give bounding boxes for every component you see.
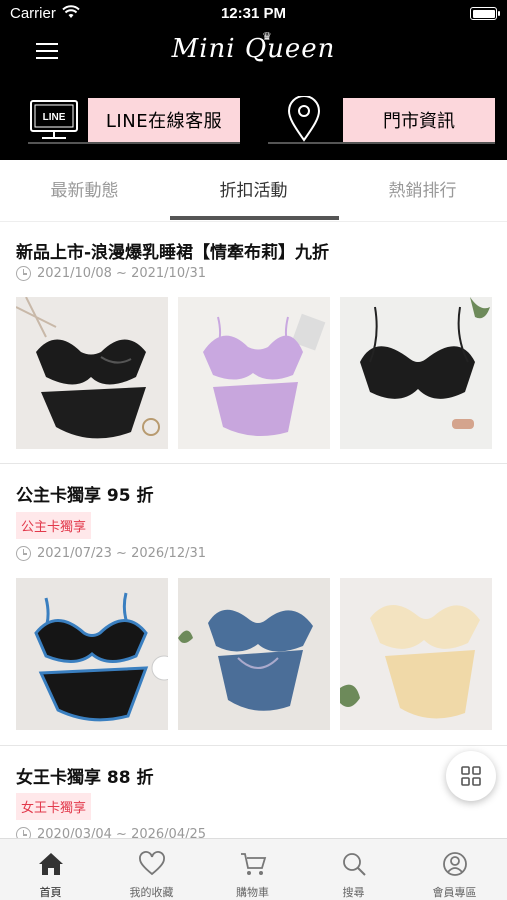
nav-search[interactable]: 搜尋 — [303, 839, 404, 900]
line-support-button[interactable]: LINE在線客服 — [88, 98, 240, 142]
clock-time: 12:31 PM — [220, 5, 287, 22]
nav-favorites[interactable]: 我的收藏 — [101, 839, 202, 900]
nav-label: 我的收藏 — [129, 886, 174, 899]
brand-logo[interactable]: ♛ Mini Queen — [0, 30, 507, 64]
tab-bar: 最新動態 折扣活動 熱銷排行 — [0, 160, 507, 222]
app-header: Carrier 12:31 PM ♛ Mini Queen LINE LINE在… — [0, 0, 507, 160]
home-icon — [39, 853, 63, 875]
promo-date-range: 2021/07/23 ~ 2026/12/31 — [16, 546, 206, 561]
member-badge: 女王卡獨享 — [16, 793, 92, 820]
grid-view-button[interactable] — [446, 751, 496, 801]
tab-best-sellers[interactable]: 熱銷排行 — [338, 160, 507, 222]
user-icon — [443, 852, 467, 876]
store-info-button[interactable]: 門市資訊 — [343, 98, 495, 142]
member-badge: 公主卡獨享 — [16, 512, 92, 539]
search-icon — [343, 853, 366, 876]
promo-title[interactable]: 女王卡獨享 88 折 — [16, 763, 154, 788]
product-image[interactable] — [340, 297, 492, 449]
divider — [0, 745, 507, 746]
line-tv-label: LINE — [43, 112, 66, 123]
divider — [268, 142, 495, 144]
active-tab-indicator — [170, 216, 339, 220]
divider — [28, 142, 240, 144]
promo-title[interactable]: 新品上市-浪漫爆乳睡裙【情牽布莉】九折 — [16, 238, 329, 263]
promo-date-text: 2021/10/08 ~ 2021/10/31 — [37, 266, 207, 281]
promo-image-row — [16, 297, 492, 449]
promo-title[interactable]: 公主卡獨享 95 折 — [16, 481, 154, 506]
nav-label: 購物車 — [236, 886, 269, 899]
clock-icon — [16, 266, 31, 281]
grid-icon — [461, 766, 481, 786]
nav-label: 會員專區 — [432, 886, 477, 899]
tab-discount-events[interactable]: 折扣活動 — [169, 160, 338, 222]
divider — [0, 463, 507, 464]
nav-label: 首頁 — [39, 886, 62, 899]
nav-home[interactable]: 首頁 — [0, 839, 101, 900]
bottom-navigation: 首頁 我的收藏 購物車 搜尋 會員專區 — [0, 838, 507, 900]
product-image[interactable] — [340, 578, 492, 730]
nav-cart[interactable]: 購物車 — [202, 839, 303, 900]
product-image[interactable] — [16, 578, 168, 730]
line-tv-icon: LINE — [30, 100, 78, 139]
nav-label: 搜尋 — [342, 886, 365, 899]
promo-date-text: 2021/07/23 ~ 2026/12/31 — [37, 546, 207, 561]
crown-icon: ♛ — [262, 30, 273, 43]
heart-icon — [139, 851, 165, 876]
battery-icon — [470, 7, 500, 20]
product-image[interactable] — [16, 297, 168, 449]
tab-latest-news[interactable]: 最新動態 — [0, 160, 169, 222]
clock-icon — [16, 546, 31, 561]
status-bar: Carrier 12:31 PM — [0, 0, 507, 28]
promo-image-row — [16, 578, 492, 730]
location-pin-icon — [287, 96, 321, 142]
cart-icon — [241, 853, 267, 875]
product-image[interactable] — [178, 578, 330, 730]
brand-logo-text: Mini Queen — [171, 34, 336, 64]
nav-member[interactable]: 會員專區 — [404, 839, 505, 900]
product-image[interactable] — [178, 297, 330, 449]
promo-date-range: 2021/10/08 ~ 2021/10/31 — [16, 266, 206, 281]
